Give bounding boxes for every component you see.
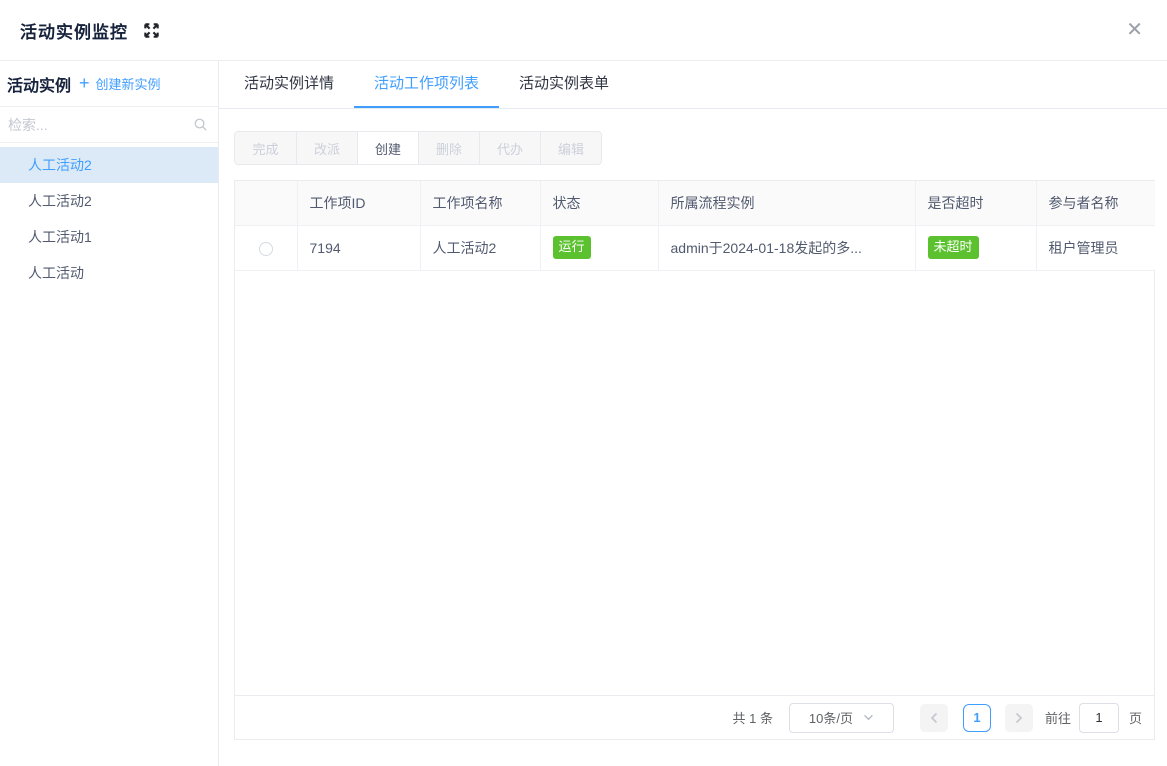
status-badge: 运行: [553, 236, 591, 259]
delete-button[interactable]: 删除: [418, 132, 479, 164]
search-icon: [193, 117, 208, 132]
cell-process-instance: admin于2024-01-18发起的多...: [658, 225, 915, 270]
tab-workitem-list[interactable]: 活动工作项列表: [354, 61, 499, 108]
table-empty-area: [235, 271, 1154, 696]
workitem-toolbar: 完成 改派 创建 删除 代办 编辑: [234, 131, 1155, 165]
chevron-right-icon: [1015, 712, 1023, 724]
column-header-participant: 参与者名称: [1036, 181, 1155, 225]
edit-button[interactable]: 编辑: [540, 132, 601, 164]
plus-icon[interactable]: +: [79, 73, 90, 94]
expand-icon[interactable]: [142, 21, 161, 40]
next-page-button[interactable]: [1005, 704, 1033, 732]
cell-workitem-id: 7194: [297, 225, 420, 270]
toolbar-button-group: 完成 改派 创建 删除 代办 编辑: [234, 131, 602, 165]
cell-participant: 租户管理员: [1036, 225, 1155, 270]
list-item[interactable]: 人工活动2: [0, 183, 218, 219]
create-button[interactable]: 创建: [357, 132, 418, 164]
column-header-status: 状态: [540, 181, 658, 225]
tab-instance-detail[interactable]: 活动实例详情: [244, 61, 354, 108]
sidebar-title: 活动实例: [7, 72, 71, 96]
page-unit-label: 页: [1129, 708, 1142, 727]
instance-list: 人工活动2 人工活动2 人工活动1 人工活动: [0, 143, 218, 766]
column-header-id: 工作项ID: [297, 181, 420, 225]
workitem-table: 工作项ID 工作项名称 状态 所属流程实例 是否超时 参与者名称: [235, 181, 1155, 271]
page-size-select[interactable]: 10条/页: [789, 703, 894, 733]
page-size-value: 10条/页: [809, 708, 853, 727]
chevron-left-icon: [930, 712, 938, 724]
list-item[interactable]: 人工活动1: [0, 219, 218, 255]
table-row[interactable]: 7194 人工活动2 运行 admin于2024-01-18发起的多... 未超…: [235, 225, 1155, 270]
close-icon[interactable]: ✕: [1126, 20, 1143, 40]
tab-content: 完成 改派 创建 删除 代办 编辑: [219, 109, 1167, 766]
prev-page-button[interactable]: [920, 704, 948, 732]
create-instance-link[interactable]: 创建新实例: [96, 74, 161, 93]
cell-workitem-name: 人工活动2: [420, 225, 540, 270]
activity-monitor-dialog: 活动实例监控 ✕ 活动实例 + 创建新实例: [0, 0, 1167, 766]
instance-sidebar: 活动实例 + 创建新实例 人工活动2 人工活动2 人工活动1 人工活动: [0, 61, 219, 766]
goto-label: 前往: [1045, 708, 1071, 727]
pagination-bar: 共 1 条 10条/页: [235, 695, 1154, 739]
list-item[interactable]: 人工活动2: [0, 147, 218, 183]
reassign-button[interactable]: 改派: [296, 132, 357, 164]
goto-page-input[interactable]: [1079, 703, 1119, 733]
row-radio[interactable]: [259, 242, 273, 256]
tab-instance-form[interactable]: 活动实例表单: [499, 61, 629, 108]
dialog-body: 活动实例 + 创建新实例 人工活动2 人工活动2 人工活动1 人工活动: [0, 61, 1167, 766]
search-input[interactable]: [8, 117, 193, 133]
complete-button[interactable]: 完成: [235, 132, 296, 164]
page-number-button[interactable]: 1: [963, 704, 991, 732]
dialog-title: 活动实例监控: [20, 18, 128, 43]
column-header-timeout: 是否超时: [915, 181, 1036, 225]
sidebar-header: 活动实例 + 创建新实例: [0, 61, 218, 107]
delegate-button[interactable]: 代办: [479, 132, 540, 164]
workitem-table-container: 工作项ID 工作项名称 状态 所属流程实例 是否超时 参与者名称: [234, 180, 1155, 740]
chevron-down-icon: [863, 714, 874, 721]
radio-column-header: [235, 181, 297, 225]
tab-bar: 活动实例详情 活动工作项列表 活动实例表单: [219, 61, 1167, 109]
sidebar-search: [0, 107, 218, 143]
timeout-badge: 未超时: [928, 236, 979, 259]
main-panel: 活动实例详情 活动工作项列表 活动实例表单 完成 改派 创建 删除 代办 编辑: [219, 61, 1167, 766]
dialog-header: 活动实例监控 ✕: [0, 0, 1167, 61]
total-count: 共 1 条: [733, 708, 773, 727]
column-header-process: 所属流程实例: [658, 181, 915, 225]
column-header-name: 工作项名称: [420, 181, 540, 225]
list-item[interactable]: 人工活动: [0, 255, 218, 291]
table-header-row: 工作项ID 工作项名称 状态 所属流程实例 是否超时 参与者名称: [235, 181, 1155, 225]
